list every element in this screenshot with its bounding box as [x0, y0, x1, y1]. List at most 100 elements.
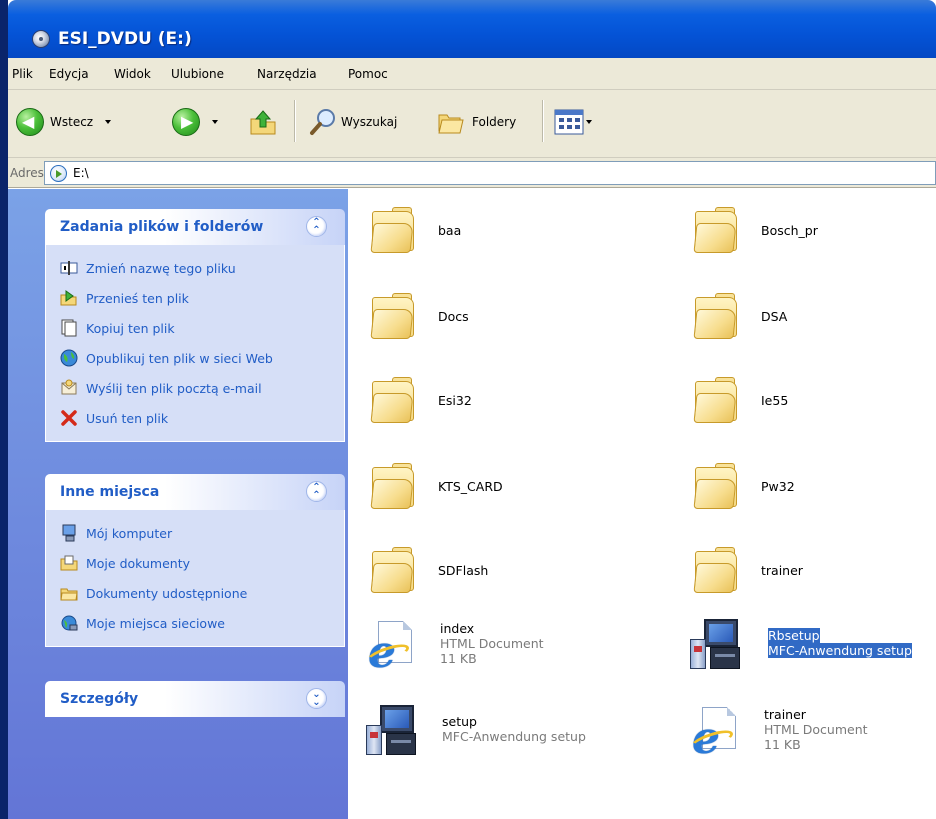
menu-tools[interactable]: Narzędzia [257, 67, 317, 81]
place-my-documents[interactable]: Moje dokumenty [60, 548, 344, 578]
file-item-selected[interactable]: Rbsetup MFC-Anwendung setup [690, 617, 912, 673]
file-name: Esi32 [438, 392, 472, 408]
folder-item[interactable]: Bosch_pr [693, 205, 818, 255]
file-tasks-title: Zadania plików i folderów [60, 219, 264, 235]
file-type: MFC-Anwendung setup [442, 729, 586, 744]
go-icon [50, 165, 67, 182]
menu-view[interactable]: Widok [114, 67, 151, 81]
views-button[interactable] [554, 104, 592, 140]
file-name: Rbsetup [768, 628, 820, 643]
folder-item[interactable]: DSA [693, 291, 787, 341]
task-label: Zmień nazwę tego pliku [86, 260, 236, 276]
task-label: Przenieś ten plik [86, 290, 189, 306]
place-label: Mój komputer [86, 525, 173, 541]
file-name: index [440, 620, 475, 636]
folder-item[interactable]: Docs [370, 291, 469, 341]
file-item[interactable]: setup MFC-Anwendung setup [366, 703, 586, 759]
menu-edit[interactable]: Edycja [49, 67, 89, 81]
network-places-icon [61, 615, 78, 631]
task-label: Wyślij ten plik pocztą e-mail [86, 380, 262, 396]
folder-icon [693, 545, 739, 595]
up-folder-button[interactable] [248, 104, 278, 140]
folders-icon [438, 114, 464, 134]
file-item[interactable]: e trainer HTML Document 11 KB [688, 707, 868, 761]
publish-web-icon [60, 349, 78, 367]
task-label: Usuń ten plik [86, 410, 169, 426]
search-icon [310, 109, 335, 135]
collapse-icon[interactable]: ⌃ ⌃ [306, 216, 327, 237]
place-label: Dokumenty udostępnione [86, 585, 248, 601]
menu-help[interactable]: Pomoc [348, 67, 388, 81]
search-button[interactable]: Wyszukaj [308, 104, 397, 140]
email-icon [61, 379, 77, 395]
collapse-icon[interactable]: ⌃ ⌃ [306, 481, 327, 502]
folder-icon [693, 205, 739, 255]
folder-item[interactable]: Ie55 [693, 375, 788, 425]
other-places-header[interactable]: Inne miejsca ⌃ ⌃ [45, 474, 345, 510]
task-rename[interactable]: Zmień nazwę tego pliku [60, 253, 344, 283]
place-label: Moje dokumenty [86, 555, 191, 571]
shared-folder-icon [60, 588, 78, 601]
folder-icon [370, 545, 416, 595]
folder-icon [693, 461, 739, 511]
task-publish[interactable]: Opublikuj ten plik w sieci Web [60, 343, 344, 373]
back-dropdown-icon[interactable] [105, 120, 112, 124]
other-places-title: Inne miejsca [60, 484, 160, 500]
file-type: HTML Document [440, 635, 544, 651]
file-name: Docs [438, 308, 469, 324]
file-item[interactable]: e index HTML Document 11 KB [364, 620, 544, 675]
task-pane: Zadania plików i folderów ⌃ ⌃ Zmień nazwę… [8, 189, 348, 819]
task-label: Opublikuj ten plik w sieci Web [86, 350, 273, 366]
file-tasks-header[interactable]: Zadania plików i folderów ⌃ ⌃ [45, 209, 345, 245]
search-label: Wyszukaj [341, 115, 398, 129]
expand-icon[interactable]: ⌄ ⌄ [306, 688, 327, 709]
setup-program-icon [366, 703, 418, 759]
task-email[interactable]: Wyślij ten plik pocztą e-mail [60, 373, 344, 403]
window-title: ESI_DVDU (E:) [58, 29, 192, 49]
menu-bar: Plik Edycja Widok Ulubione Narzędzia Pom… [8, 58, 936, 90]
folder-icon [370, 205, 416, 255]
window-border [0, 0, 8, 819]
folder-icon [693, 291, 739, 341]
address-input[interactable]: E:\ [44, 161, 936, 185]
file-name: DSA [761, 308, 788, 324]
task-delete[interactable]: Usuń ten plik [60, 403, 344, 433]
folder-icon [370, 461, 416, 511]
menu-file[interactable]: Plik [12, 67, 33, 81]
place-shared-documents[interactable]: Dokumenty udostępnione [60, 578, 344, 608]
menu-favorites[interactable]: Ulubione [171, 67, 224, 81]
details-header[interactable]: Szczegóły ⌄ ⌄ [45, 681, 345, 717]
other-places-list: Mój komputer Moje dokumenty Dokumenty ud… [45, 510, 345, 647]
folder-item[interactable]: Pw32 [693, 461, 795, 511]
back-button[interactable]: ◀ Wstecz [16, 104, 112, 140]
toolbar-separator [294, 100, 295, 142]
place-my-computer[interactable]: Mój komputer [60, 518, 344, 548]
views-dropdown-icon[interactable] [586, 120, 592, 124]
file-name: KTS_CARD [438, 478, 503, 494]
other-places-panel: Inne miejsca ⌃ ⌃ Mój komputer Moje dokume… [45, 474, 345, 647]
folder-item[interactable]: Esi32 [370, 375, 472, 425]
details-panel: Szczegóły ⌄ ⌄ [45, 681, 345, 717]
forward-dropdown-icon[interactable] [212, 120, 218, 124]
delete-icon [61, 410, 77, 426]
folder-item[interactable]: KTS_CARD [370, 461, 503, 511]
task-copy[interactable]: Kopiuj ten plik [60, 313, 344, 343]
folders-label: Foldery [472, 115, 517, 129]
file-name: setup [442, 714, 477, 729]
address-value: E:\ [73, 166, 89, 180]
folder-item[interactable]: SDFlash [370, 545, 488, 595]
folder-item[interactable]: baa [370, 205, 461, 255]
file-tasks-panel: Zadania plików i folderów ⌃ ⌃ Zmień nazwę… [45, 209, 345, 442]
up-folder-icon [250, 110, 276, 135]
forward-button[interactable]: ▶ [172, 104, 218, 140]
folder-item[interactable]: trainer [693, 545, 803, 595]
file-name: Pw32 [761, 478, 795, 494]
task-move[interactable]: Przenieś ten plik [60, 283, 344, 313]
folder-icon [693, 375, 739, 425]
file-list-view: baa Bosch_pr Docs DSA Esi32 Ie55 KTS_CAR… [348, 189, 936, 819]
place-network[interactable]: Moje miejsca sieciowe [60, 608, 344, 638]
toolbar-separator [542, 100, 543, 142]
setup-program-icon [690, 617, 742, 673]
folders-button[interactable]: Foldery [436, 104, 516, 140]
title-bar[interactable]: ESI_DVDU (E:) [8, 0, 936, 58]
